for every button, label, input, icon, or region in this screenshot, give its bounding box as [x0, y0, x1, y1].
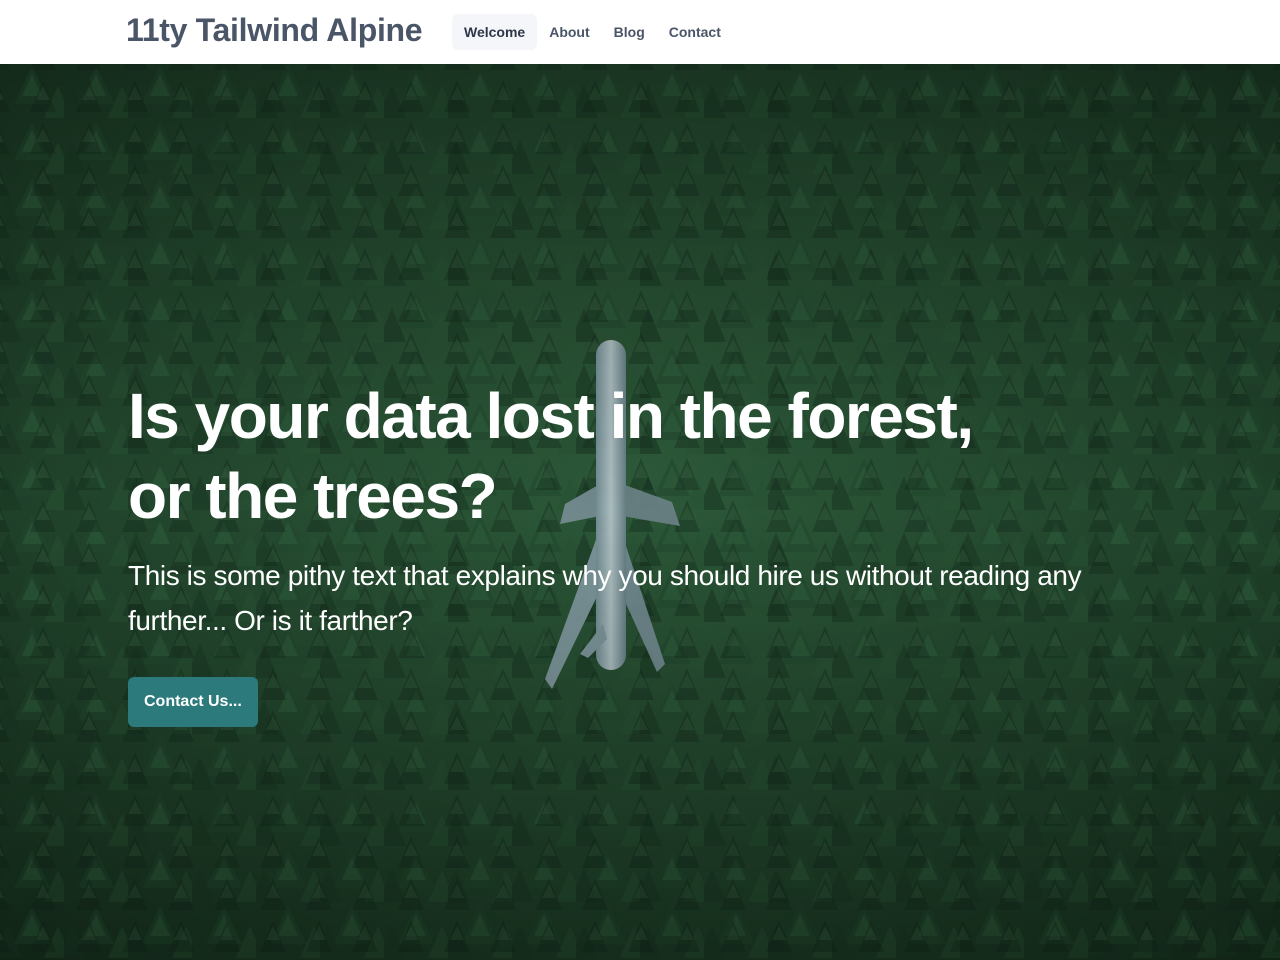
site-header: 11ty Tailwind Alpine Welcome About Blog … [0, 0, 1280, 64]
main-nav: Welcome About Blog Contact [452, 14, 733, 50]
hero-heading: Is your data lost in the forest, or the … [128, 376, 1128, 536]
nav-link-blog[interactable]: Blog [602, 14, 657, 50]
hero-section: Is your data lost in the forest, or the … [0, 64, 1280, 960]
contact-us-button[interactable]: Contact Us... [128, 677, 258, 727]
hero-heading-line-2: or the trees? [128, 460, 498, 532]
nav-link-contact[interactable]: Contact [657, 14, 733, 50]
hero-heading-line-1: Is your data lost in the forest, [128, 380, 974, 452]
nav-link-welcome[interactable]: Welcome [452, 14, 538, 50]
brand-logo-link[interactable]: 11ty Tailwind Alpine [126, 10, 423, 50]
nav-link-about[interactable]: About [537, 14, 601, 50]
hero-subtitle: This is some pithy text that explains wh… [128, 560, 1082, 636]
hero-content: Is your data lost in the forest, or the … [128, 376, 1128, 727]
